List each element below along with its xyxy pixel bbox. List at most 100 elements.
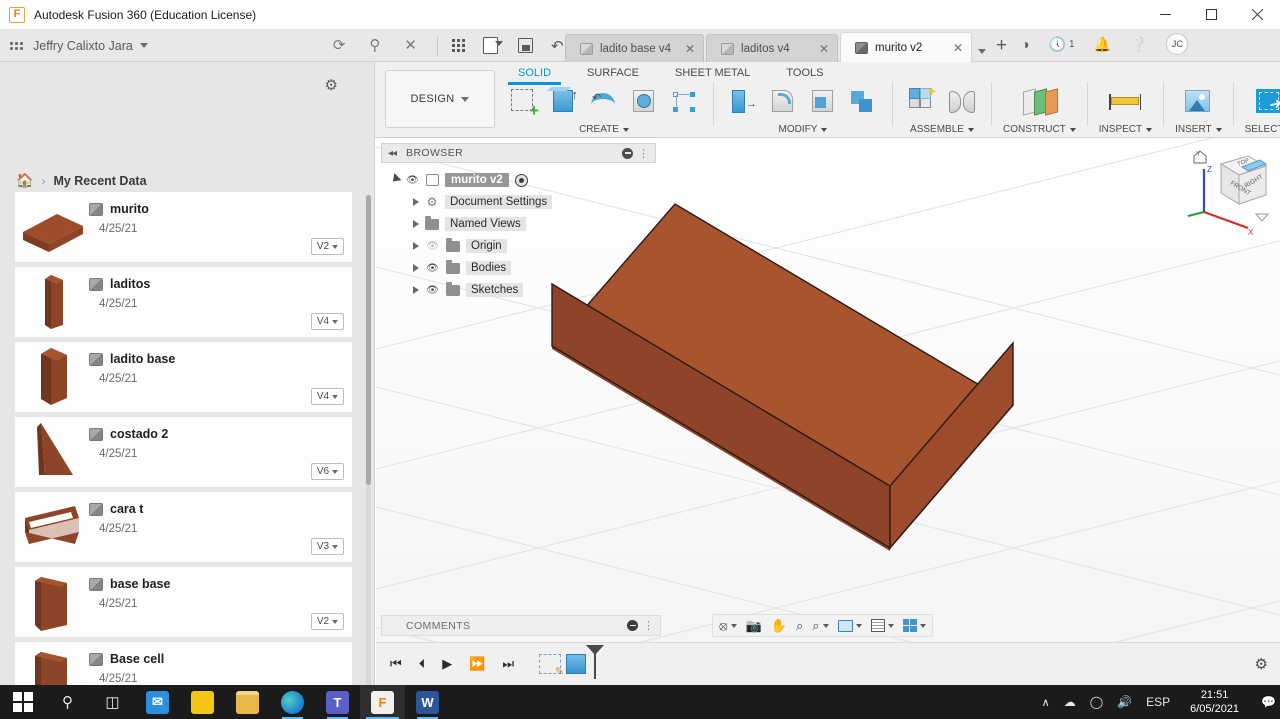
- revolve-icon[interactable]: ↶: [586, 85, 622, 119]
- step-back-icon[interactable]: ⏴: [419, 656, 426, 672]
- cloud-icon[interactable]: ☁: [1064, 695, 1076, 709]
- expand-triangle-icon[interactable]: [413, 286, 419, 294]
- edge-icon[interactable]: [270, 685, 315, 719]
- mail-icon[interactable]: ✉: [135, 685, 180, 719]
- gear-icon[interactable]: ⚙: [1255, 655, 1268, 673]
- windows-start-icon[interactable]: [0, 685, 45, 719]
- tab-overflow-chevron-down-icon[interactable]: [978, 49, 986, 54]
- create-sketch-icon[interactable]: [506, 85, 542, 119]
- wifi-icon[interactable]: ◯: [1090, 695, 1103, 709]
- select-window-icon[interactable]: ➜: [1251, 85, 1280, 119]
- history-clock-icon[interactable]: 🕔1: [1049, 36, 1075, 53]
- save-icon[interactable]: [518, 38, 533, 53]
- press-pull-icon[interactable]: →: [725, 85, 761, 119]
- help-icon[interactable]: ❔: [1130, 36, 1147, 53]
- visibility-eye-icon[interactable]: 👁: [425, 285, 440, 296]
- fillet-icon[interactable]: [765, 85, 801, 119]
- list-item[interactable]: ladito base 4/25/21 V4: [15, 342, 352, 412]
- extrude-feature-icon[interactable]: [566, 654, 586, 674]
- language-indicator[interactable]: ESP: [1146, 695, 1170, 709]
- search-icon[interactable]: ⚲: [45, 685, 90, 719]
- notification-icon[interactable]: 💬: [1261, 695, 1276, 709]
- timeline-marker[interactable]: [594, 645, 596, 679]
- browser-root-row[interactable]: 👁 murito v2: [389, 169, 656, 191]
- document-tab-ladito-base[interactable]: ladito base v4 ✕: [565, 34, 704, 62]
- new-tab-button[interactable]: +: [996, 36, 1007, 55]
- visibility-eye-icon[interactable]: 👁: [425, 263, 440, 274]
- version-dropdown[interactable]: V2: [311, 613, 344, 630]
- visibility-eye-icon[interactable]: 👁: [405, 175, 420, 186]
- avatar[interactable]: JC: [1166, 33, 1188, 55]
- grid-snaps-icon[interactable]: [871, 619, 894, 632]
- file-explorer-icon[interactable]: [225, 685, 270, 719]
- list-item[interactable]: costado 2 4/25/21 V6: [15, 417, 352, 487]
- apps-grid-icon[interactable]: [452, 39, 465, 52]
- viewports-icon[interactable]: [903, 619, 926, 632]
- ribbon-tab-solid[interactable]: SOLID: [500, 64, 569, 82]
- user-name[interactable]: Jeffry Calixto Jara: [33, 39, 133, 53]
- browser-node-sketches[interactable]: 👁 Sketches: [389, 279, 656, 301]
- new-document-icon[interactable]: [483, 37, 498, 54]
- document-tab-murito[interactable]: murito v2 ✕: [840, 32, 972, 62]
- orbit-icon[interactable]: ⦻: [719, 618, 737, 634]
- ribbon-tab-surface[interactable]: SURFACE: [569, 64, 657, 82]
- teams-icon[interactable]: T: [315, 685, 360, 719]
- fusion360-icon[interactable]: F: [360, 685, 405, 719]
- measure-icon[interactable]: [1107, 85, 1143, 119]
- task-view-icon[interactable]: ◫: [90, 685, 135, 719]
- shell-icon[interactable]: [805, 85, 841, 119]
- pattern-icon[interactable]: [666, 85, 702, 119]
- recent-data-list[interactable]: murito 4/25/21 V2 la: [15, 192, 352, 719]
- grip-icon[interactable]: ⋮: [643, 619, 654, 632]
- display-settings-icon[interactable]: [838, 620, 862, 632]
- word-icon[interactable]: W: [405, 685, 450, 719]
- go-to-beginning-icon[interactable]: ⏮: [390, 656, 402, 672]
- data-panel-scrollbar[interactable]: [366, 195, 371, 705]
- hole-icon[interactable]: [626, 85, 662, 119]
- clock[interactable]: 21:51 6/05/2021: [1190, 688, 1239, 716]
- component-target-icon[interactable]: [515, 174, 528, 187]
- sticky-notes-icon[interactable]: [180, 685, 225, 719]
- app-grid-icon[interactable]: [10, 42, 23, 50]
- ribbon-group-label-create[interactable]: CREATE: [579, 124, 629, 135]
- version-dropdown[interactable]: V2: [311, 238, 344, 255]
- look-at-icon[interactable]: 📷: [746, 618, 762, 634]
- version-dropdown[interactable]: V6: [311, 463, 344, 480]
- version-dropdown[interactable]: V4: [311, 313, 344, 330]
- view-cube[interactable]: FRONT RIGHT TOP Z X Y: [1176, 142, 1272, 238]
- job-status-icon[interactable]: ◑: [1021, 36, 1029, 52]
- ribbon-group-label-assemble[interactable]: ASSEMBLE: [910, 124, 974, 135]
- minimize-button[interactable]: [1142, 0, 1188, 30]
- version-dropdown[interactable]: V3: [311, 538, 344, 555]
- grip-icon[interactable]: ⋮: [638, 147, 649, 160]
- maximize-button[interactable]: [1188, 0, 1234, 30]
- list-item[interactable]: cara t 4/25/21 V3: [15, 492, 352, 562]
- browser-node-origin[interactable]: 👁 Origin: [389, 235, 656, 257]
- joint-icon[interactable]: [944, 85, 980, 119]
- ribbon-group-label-inspect[interactable]: INSPECT: [1099, 124, 1152, 135]
- tab-close-icon[interactable]: ✕: [805, 42, 829, 56]
- home-icon[interactable]: 🏠: [16, 172, 33, 189]
- close-button[interactable]: [1234, 0, 1280, 30]
- bell-icon[interactable]: 🔔: [1094, 36, 1111, 53]
- expand-triangle-icon[interactable]: [413, 220, 419, 228]
- ribbon-group-label-construct[interactable]: CONSTRUCT: [1003, 124, 1076, 135]
- speaker-icon[interactable]: 🔊: [1117, 695, 1132, 709]
- new-component-icon[interactable]: ✦: [904, 85, 940, 119]
- sketch-feature-icon[interactable]: [539, 654, 561, 674]
- expand-triangle-icon[interactable]: [387, 173, 402, 188]
- combine-icon[interactable]: [845, 85, 881, 119]
- play-icon[interactable]: ▶: [442, 656, 452, 672]
- comments-panel[interactable]: COMMENTS ⋮: [381, 615, 661, 636]
- zoom-window-icon[interactable]: ⌕: [812, 618, 828, 634]
- version-dropdown[interactable]: V4: [311, 388, 344, 405]
- minimize-dot-icon[interactable]: [622, 148, 633, 159]
- document-tab-laditos[interactable]: laditos v4 ✕: [706, 34, 838, 62]
- expand-triangle-icon[interactable]: [413, 198, 419, 206]
- extrude-icon[interactable]: ↑: [546, 85, 582, 119]
- ribbon-group-label-modify[interactable]: MODIFY: [779, 124, 828, 135]
- minimize-dot-icon[interactable]: [627, 620, 638, 631]
- expand-triangle-icon[interactable]: [413, 264, 419, 272]
- refresh-icon[interactable]: ⟳: [333, 38, 346, 53]
- 3d-viewport[interactable]: ◂◂ BROWSER ⋮ 👁 murito v2 ⚙ Document Sett…: [376, 138, 1280, 642]
